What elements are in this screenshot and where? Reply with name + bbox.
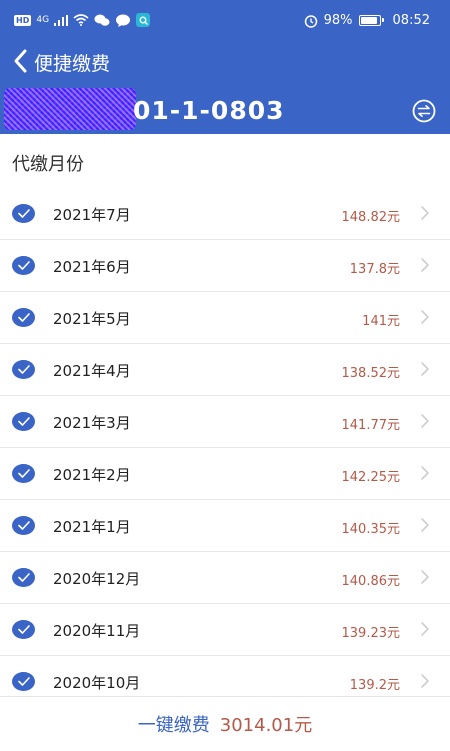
month-label: 2020年12月 — [53, 570, 141, 588]
chevron-right-icon — [421, 518, 429, 532]
network-label: 4G — [36, 15, 50, 25]
search-app-icon — [136, 13, 151, 27]
month-label: 2021年7月 — [53, 206, 131, 224]
month-amount: 137.8元 — [349, 262, 400, 277]
chevron-right-icon — [421, 466, 429, 480]
month-label: 2021年1月 — [53, 518, 131, 536]
check-circle-icon[interactable] — [12, 516, 35, 535]
chevron-right-icon — [421, 622, 429, 636]
chevron-right-icon — [421, 310, 429, 324]
check-circle-icon[interactable] — [12, 256, 35, 275]
battery-icon — [358, 15, 384, 26]
month-row[interactable]: 2020年12月 140.86元 — [0, 552, 450, 604]
status-left: HD 4G — [14, 13, 151, 27]
chevron-right-icon — [421, 570, 429, 584]
month-amount: 139.2元 — [349, 678, 400, 693]
month-label: 2020年10月 — [53, 674, 141, 692]
month-row[interactable]: 2021年6月 137.8元 — [0, 240, 450, 292]
month-label: 2020年11月 — [53, 622, 141, 640]
check-circle-icon[interactable] — [12, 620, 35, 639]
month-row[interactable]: 2021年2月 142.25元 — [0, 448, 450, 500]
month-label: 2021年2月 — [53, 466, 131, 484]
clock: 08:52 — [392, 13, 430, 28]
chevron-right-icon — [421, 206, 429, 220]
section-title: 代缴月份 — [12, 154, 84, 175]
check-circle-icon[interactable] — [12, 464, 35, 483]
status-bar: HD 4G 98% 08:52 — [0, 0, 450, 44]
swap-icon[interactable] — [412, 99, 436, 123]
month-amount: 138.52元 — [341, 366, 401, 381]
month-amount: 148.82元 — [341, 210, 401, 225]
month-row[interactable]: 2020年11月 139.23元 — [0, 604, 450, 656]
hd-icon: HD — [14, 14, 32, 26]
page-title: 便捷缴费 — [34, 53, 111, 75]
chevron-right-icon — [421, 362, 429, 376]
month-label: 2021年3月 — [53, 414, 131, 432]
pay-label: 一键缴费 — [137, 715, 210, 736]
month-amount: 141元 — [362, 314, 400, 329]
month-amount: 140.35元 — [341, 522, 401, 537]
check-circle-icon[interactable] — [12, 308, 35, 327]
redacted-address — [4, 88, 136, 130]
check-circle-icon[interactable] — [12, 204, 35, 223]
month-label: 2021年6月 — [53, 258, 131, 276]
back-icon[interactable] — [10, 48, 34, 74]
month-amount: 139.23元 — [341, 626, 401, 641]
check-circle-icon[interactable] — [12, 412, 35, 431]
wifi-icon — [73, 14, 89, 26]
month-row[interactable]: 2021年5月 141元 — [0, 292, 450, 344]
check-circle-icon[interactable] — [12, 672, 35, 691]
month-row[interactable]: 2021年7月 148.82元 — [0, 188, 450, 240]
chevron-right-icon — [421, 258, 429, 272]
chevron-right-icon — [421, 414, 429, 428]
status-right: 98% 08:52 — [304, 13, 430, 28]
month-amount: 140.86元 — [341, 574, 401, 589]
check-circle-icon[interactable] — [12, 360, 35, 379]
header: HD 4G 98% 08:52 便捷缴费 01-1-0803 — [0, 0, 450, 134]
chevron-right-icon — [421, 674, 429, 688]
top-bar: 便捷缴费 — [0, 44, 450, 78]
pay-total: 3014.01元 — [219, 715, 313, 736]
message-icon — [116, 14, 131, 27]
month-label: 2021年4月 — [53, 362, 131, 380]
month-amount: 142.25元 — [341, 470, 401, 485]
check-circle-icon[interactable] — [12, 568, 35, 587]
signal-icon — [54, 14, 69, 26]
month-amount: 141.77元 — [341, 418, 401, 433]
month-row[interactable]: 2021年4月 138.52元 — [0, 344, 450, 396]
address-text: 01-1-0803 — [133, 96, 285, 125]
month-list: 2021年7月 148.82元 2021年6月 137.8元 2021年5月 141元 20… — [0, 188, 450, 708]
month-label: 2021年5月 — [53, 310, 131, 328]
month-row[interactable]: 2021年3月 141.77元 — [0, 396, 450, 448]
alarm-icon — [304, 14, 317, 28]
wechat-icon — [94, 14, 110, 26]
address-row: 01-1-0803 — [0, 84, 450, 134]
month-row[interactable]: 2021年1月 140.35元 — [0, 500, 450, 552]
one-click-pay-button[interactable]: 一键缴费 3014.01元 — [0, 696, 450, 751]
battery-percent: 98% — [323, 13, 353, 28]
